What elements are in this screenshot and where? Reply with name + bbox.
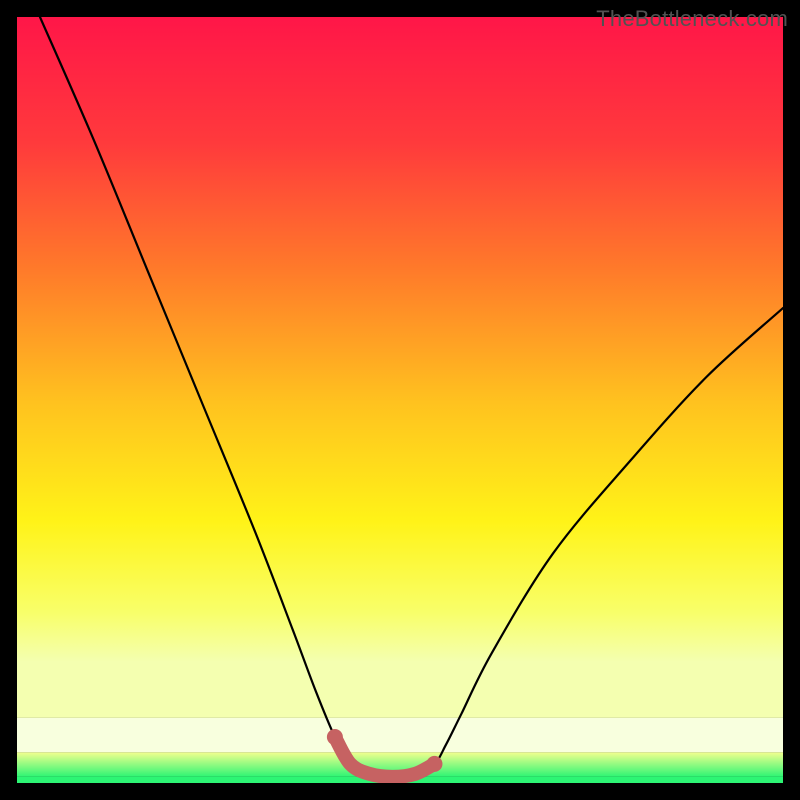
highlight-endpoint [426, 756, 442, 772]
chart-frame: TheBottleneck.com [0, 0, 800, 800]
watermark-text: TheBottleneck.com [596, 6, 788, 32]
plot-area [17, 17, 783, 783]
bottleneck-chart [17, 17, 783, 783]
highlight-endpoint [327, 729, 343, 745]
